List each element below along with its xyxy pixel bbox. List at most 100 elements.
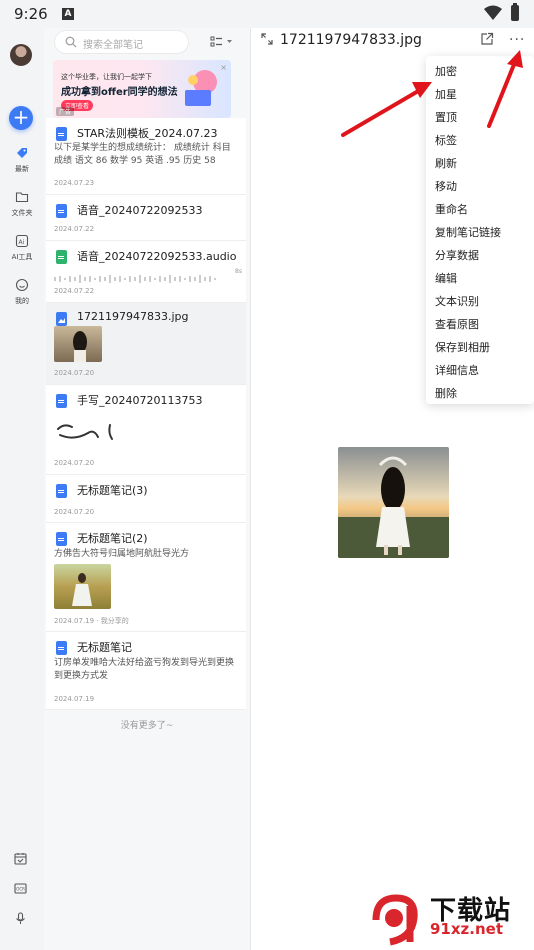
menu-item-text-recognition[interactable]: 文本识别 [426, 290, 534, 313]
smile-icon [15, 278, 29, 292]
menu-item-tag[interactable]: 标签 [426, 129, 534, 152]
image-thumbnail [54, 326, 102, 362]
status-bar: 9:26 A [0, 0, 534, 28]
tag-icon [17, 148, 27, 158]
list-item[interactable]: 1721197947833.jpg 2024.07.20 [46, 303, 246, 385]
menu-item-details[interactable]: 详细信息 [426, 359, 534, 382]
note-title: STAR法则模板_2024.07.23 [77, 127, 218, 140]
view-toggle-icon[interactable] [210, 36, 234, 48]
note-title: 语音_20240722092533.audio [77, 250, 237, 263]
handwriting-preview [57, 424, 113, 440]
more-options-menu: 加密 加星 置顶 标签 刷新 移动 重命名 复制笔记链接 分享数据 编辑 文本识… [426, 56, 534, 404]
list-item[interactable]: STAR法则模板_2024.07.23 以下是某学生的想成绩统计： 成绩统计 科… [46, 118, 246, 195]
note-date: 2024.07.22 [54, 225, 95, 233]
rail-item-label: AI工具 [11, 253, 33, 261]
banner-illustration [185, 70, 217, 106]
rail-item-label: 最新 [15, 165, 29, 173]
list-item[interactable]: 手写_20240720113753 2024.07.20 [46, 385, 246, 475]
menu-item-save-to-album[interactable]: 保存到相册 [426, 336, 534, 359]
avatar[interactable] [10, 44, 32, 66]
image-thumbnail [54, 564, 111, 609]
note-title: 无标题笔记 [77, 641, 132, 654]
note-date: 2024.07.20 [54, 459, 95, 467]
list-item[interactable]: 语音_20240722092533.audio 8s 2024.07.22 [46, 241, 246, 303]
list-item[interactable]: 无标题笔记(2) 方佛告大符号归属地阿航肚导光方 2024.07.19 · 我分… [46, 523, 246, 632]
ad-banner[interactable]: 这个毕业季，让我们一起学下 成功拿到offer同学的想法 立即查看 广告 × [53, 60, 231, 118]
rail-item-folder[interactable]: 文件夹 [0, 190, 44, 218]
calendar-icon[interactable] [14, 852, 27, 865]
doc-icon [56, 641, 67, 655]
doc-icon [56, 532, 67, 546]
doc-icon [56, 394, 67, 408]
audio-waveform: 8s [54, 268, 242, 283]
ai-icon: Ai [15, 234, 29, 248]
no-more-text: 没有更多了~ [120, 721, 174, 731]
image-file-icon [56, 312, 67, 326]
rail-item-label: 文件夹 [11, 209, 33, 217]
note-date: 2024.07.19 · 我分享的 [54, 617, 129, 625]
folder-icon [15, 192, 29, 203]
menu-item-view-original[interactable]: 查看原图 [426, 313, 534, 336]
add-note-button[interactable]: + [9, 106, 33, 130]
status-time: 9:26 [14, 5, 48, 23]
search-icon [65, 36, 77, 48]
more-options-icon[interactable]: ··· [509, 32, 525, 48]
site-watermark: 下载站 91xz.net [364, 888, 534, 950]
audio-duration: 8s [235, 268, 242, 275]
menu-item-refresh[interactable]: 刷新 [426, 152, 534, 175]
battery-icon [511, 3, 519, 21]
menu-item-copy-link[interactable]: 复制笔记链接 [426, 221, 534, 244]
menu-item-move[interactable]: 移动 [426, 175, 534, 198]
detail-image[interactable] [338, 447, 449, 558]
rail-item-label: 我的 [15, 297, 29, 305]
menu-item-edit[interactable]: 编辑 [426, 267, 534, 290]
note-title: 无标题笔记(2) [77, 532, 148, 545]
note-preview: 方佛告大符号归属地阿航肚导光方 [54, 549, 190, 559]
note-date: 2024.07.20 [54, 508, 95, 516]
notification-a-icon: A [62, 8, 74, 20]
menu-item-share-data[interactable]: 分享数据 [426, 244, 534, 267]
list-item[interactable]: 语音_20240722092533 2024.07.22 [46, 195, 246, 241]
menu-item-encrypt[interactable]: 加密 [426, 60, 534, 83]
detail-filename: 1721197947833.jpg [280, 32, 422, 48]
banner-subtitle: 这个毕业季，让我们一起学下 [61, 73, 152, 81]
menu-item-rename[interactable]: 重命名 [426, 198, 534, 221]
list-item[interactable]: 无标题笔记(3) 2024.07.20 [46, 475, 246, 523]
doc-icon [56, 204, 67, 218]
note-date: 2024.07.22 [54, 287, 95, 295]
note-preview: 以下是某学生的想成绩统计： 成绩统计 科目 成绩 语文 86 数学 95 英语 … [54, 143, 231, 166]
search-input[interactable]: 搜索全部笔记 [54, 30, 189, 54]
menu-item-delete[interactable]: 删除 [426, 382, 534, 405]
search-placeholder: 搜索全部笔记 [83, 40, 143, 51]
note-title: 无标题笔记(3) [77, 484, 148, 497]
note-date: 2024.07.23 [54, 179, 95, 187]
ocr-icon[interactable]: OCR [14, 882, 27, 895]
rail-item-latest[interactable]: 最新 [0, 146, 44, 174]
note-title: 手写_20240720113753 [77, 394, 203, 407]
banner-title: 成功拿到offer同学的想法 [61, 87, 178, 98]
doc-icon [56, 484, 67, 498]
wifi-icon [484, 5, 502, 20]
note-title: 1721197947833.jpg [77, 310, 189, 323]
note-preview: 订房单发唯哈大法好给盗亏狗发到导光到更换到更换方式发 [54, 658, 235, 681]
share-icon[interactable] [480, 32, 494, 46]
svg-text:Ai: Ai [19, 239, 25, 246]
expand-icon[interactable] [261, 33, 273, 45]
svg-text:OCR: OCR [16, 887, 25, 892]
watermark-url: 91xz.net [430, 920, 504, 938]
note-title: 语音_20240722092533 [77, 204, 203, 217]
rail-item-ai-tools[interactable]: Ai AI工具 [0, 234, 44, 262]
doc-icon [56, 127, 67, 141]
microphone-icon[interactable] [14, 912, 27, 925]
note-date: 2024.07.20 [54, 369, 95, 377]
rail-item-mine[interactable]: 我的 [0, 278, 44, 306]
menu-item-star[interactable]: 加星 [426, 83, 534, 106]
list-item[interactable]: 无标题笔记 订房单发唯哈大法好给盗亏狗发到导光到更换到更换方式发 2024.07… [46, 632, 246, 710]
note-date: 2024.07.19 [54, 695, 95, 703]
audio-icon [56, 250, 67, 264]
note-list-pane: 搜索全部笔记 这个毕业季，让我们一起学下 成功拿到offer同学的想法 立即查看… [44, 28, 250, 950]
menu-item-pin[interactable]: 置顶 [426, 106, 534, 129]
left-rail: + 最新 文件夹 Ai AI工具 我的 OCR [0, 28, 44, 950]
watermark-logo [372, 894, 418, 946]
banner-ad-tag: 广告 [56, 107, 75, 116]
